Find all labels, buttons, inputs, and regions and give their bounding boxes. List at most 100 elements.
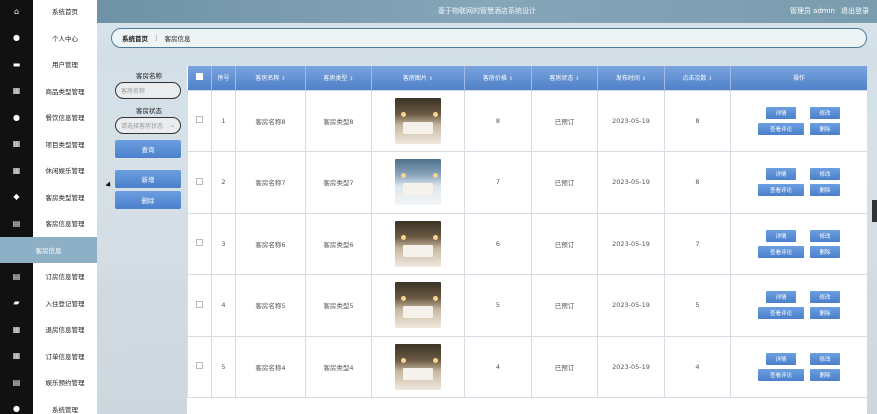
top-header: 基于物联网的智慧酒店系统设计 管理员 admin 退出登录 [97, 0, 877, 23]
table-row: 3 客房名称6 客房类型6 6 已预订 2023-05-19 7 详情 修改 查看评论 删除 [187, 212, 867, 275]
row-index: 1 [211, 89, 236, 152]
edit-button[interactable]: 修改 [810, 106, 840, 119]
sort-icon[interactable]: ⇕ [349, 76, 353, 82]
click-count: 5 [664, 274, 731, 337]
sidebar-item-label: 系统管理 [52, 405, 78, 414]
room-photo [395, 97, 441, 144]
sidebar-item-7[interactable]: ◆ 客房类型管理 [0, 183, 97, 210]
view-reviews-button[interactable]: 查看评论 [758, 368, 804, 381]
delete-button[interactable]: 删除 [810, 122, 840, 135]
column-header[interactable]: 客房状态 ⇕ [531, 66, 598, 90]
room-status: 已预订 [531, 274, 598, 337]
view-reviews-button[interactable]: 查看评论 [758, 122, 804, 135]
sidebar-item-13[interactable]: ▦ 订单信息管理 [0, 342, 97, 369]
sidebar-item-12[interactable]: ▦ 退房信息管理 [0, 316, 97, 343]
row-checkbox[interactable] [187, 335, 212, 398]
table-header-row: 序号 客房名称 ⇕ 客房类型 ⇕ 客房图片 ⇕ 客房价格 ⇕ 客房状态 ⇕ 发布时间 ⇕ 点击次数 ⇕ 操作 [187, 66, 867, 90]
room-status-label: 客房状态 [136, 107, 162, 115]
sort-icon[interactable]: ⇕ [509, 76, 513, 82]
publish-date: 2023-05-19 [597, 274, 665, 337]
row-checkbox[interactable] [187, 274, 212, 337]
edit-button[interactable]: 修改 [810, 229, 840, 242]
room-status-select[interactable]: 请选择客房状态 ⌄ [115, 117, 181, 134]
room-price: 4 [464, 335, 532, 398]
detail-button[interactable]: 详情 [766, 352, 796, 365]
row-checkbox[interactable] [187, 151, 212, 214]
sidebar-item-6[interactable]: ▦ 休闲娱乐管理 [0, 157, 97, 184]
delete-button[interactable]: 删除 [810, 368, 840, 381]
select-all-checkbox[interactable] [187, 66, 212, 90]
column-header[interactable]: 客房图片 ⇕ [371, 66, 465, 90]
sidebar: ⌂ 系统首页 ● 个人中心 ▬ 用户管理 ▦ 商品类型管理 ● 餐饮信息管理 ▦ 项目类型管理 ▦ 休闲娱… [0, 0, 97, 414]
grid-icon: ▦ [0, 157, 33, 184]
sidebar-item-label: 订单信息管理 [45, 352, 85, 361]
grid-icon: ▦ [0, 130, 33, 157]
row-actions: 详情 修改 查看评论 删除 [730, 89, 867, 152]
sort-icon[interactable]: ⇕ [708, 76, 712, 82]
click-count: 4 [664, 335, 731, 398]
delete-button[interactable]: 删除 [810, 307, 840, 320]
detail-button[interactable]: 详情 [766, 106, 796, 119]
table-row: 2 客房名称7 客房类型7 7 已预订 2023-05-19 8 详情 修改 查看评论 删除 [187, 151, 867, 214]
sort-icon[interactable]: ⇕ [642, 76, 646, 82]
column-header: 序号 [211, 66, 236, 90]
sidebar-item-1[interactable]: ● 个人中心 [0, 24, 97, 51]
sidebar-item-label: 项目类型管理 [45, 140, 85, 149]
search-panel: 客房名称 客房名称 客房状态 请选择客房状态 ⌄ 查询 新增 删除 [113, 70, 185, 209]
sidebar-item-11[interactable]: ▰ 入住登记管理 [0, 289, 97, 316]
sidebar-item-15[interactable]: ● 系统管理 [0, 395, 97, 414]
user-icon: ● [0, 24, 33, 51]
add-button[interactable]: 新增 [115, 170, 181, 188]
room-photo [395, 282, 441, 329]
column-header[interactable]: 发布时间 ⇕ [597, 66, 665, 90]
breadcrumb-home[interactable]: 系统首页 [122, 33, 148, 43]
sort-icon[interactable]: ⇕ [281, 76, 285, 82]
grid-icon: ▦ [0, 342, 33, 369]
sort-icon[interactable]: ⇕ [575, 76, 579, 82]
sidebar-item-5[interactable]: ▦ 项目类型管理 [0, 130, 97, 157]
edit-button[interactable]: 修改 [810, 291, 840, 304]
sidebar-item-0[interactable]: ⌂ 系统首页 [0, 0, 97, 25]
grid-icon: ▦ [0, 77, 33, 104]
column-header[interactable]: 点击次数 ⇕ [664, 66, 731, 90]
room-price: 7 [464, 151, 532, 214]
detail-button[interactable]: 详情 [766, 291, 796, 304]
column-header[interactable]: 客房类型 ⇕ [305, 66, 372, 90]
sidebar-item-label: 系统首页 [52, 8, 78, 17]
detail-button[interactable]: 详情 [766, 229, 796, 242]
room-name-input[interactable]: 客房名称 [115, 82, 181, 99]
sidebar-item-10[interactable]: ▤ 订房信息管理 [0, 263, 97, 290]
room-price: 6 [464, 212, 532, 275]
room-type: 客房类型4 [305, 335, 372, 398]
sidebar-item-8[interactable]: ▤ 客房信息管理 [0, 210, 97, 237]
edit-button[interactable]: 修改 [810, 352, 840, 365]
row-checkbox[interactable] [187, 212, 212, 275]
column-header[interactable]: 客房价格 ⇕ [464, 66, 532, 90]
sidebar-item-9[interactable]: 客房信息 [0, 236, 97, 263]
room-type: 客房类型6 [305, 212, 372, 275]
batch-delete-button[interactable]: 删除 [115, 191, 181, 209]
sidebar-item-14[interactable]: ▤ 娱乐预约管理 [0, 369, 97, 396]
sidebar-item-label: 个人中心 [52, 34, 78, 43]
edit-button[interactable]: 修改 [810, 168, 840, 181]
query-button[interactable]: 查询 [115, 140, 181, 158]
view-reviews-button[interactable]: 查看评论 [758, 307, 804, 320]
briefcase-icon: ▰ [0, 289, 33, 316]
delete-button[interactable]: 删除 [810, 245, 840, 258]
sidebar-item-label: 用户管理 [52, 61, 78, 70]
click-count: 7 [664, 212, 731, 275]
detail-button[interactable]: 详情 [766, 168, 796, 181]
view-reviews-button[interactable]: 查看评论 [758, 184, 804, 197]
column-header[interactable]: 客房名称 ⇕ [235, 66, 306, 90]
scrollbar[interactable] [872, 200, 877, 222]
row-checkbox[interactable] [187, 89, 212, 152]
delete-button[interactable]: 删除 [810, 184, 840, 197]
view-reviews-button[interactable]: 查看评论 [758, 245, 804, 258]
sidebar-item-3[interactable]: ▦ 商品类型管理 [0, 77, 97, 104]
sidebar-item-2[interactable]: ▬ 用户管理 [0, 51, 97, 78]
logout-link[interactable]: 退出登录 [841, 6, 869, 16]
room-type: 客房类型8 [305, 89, 372, 152]
click-count: 8 [664, 89, 731, 152]
sort-icon[interactable]: ⇕ [429, 76, 433, 82]
sidebar-item-4[interactable]: ● 餐饮信息管理 [0, 104, 97, 131]
